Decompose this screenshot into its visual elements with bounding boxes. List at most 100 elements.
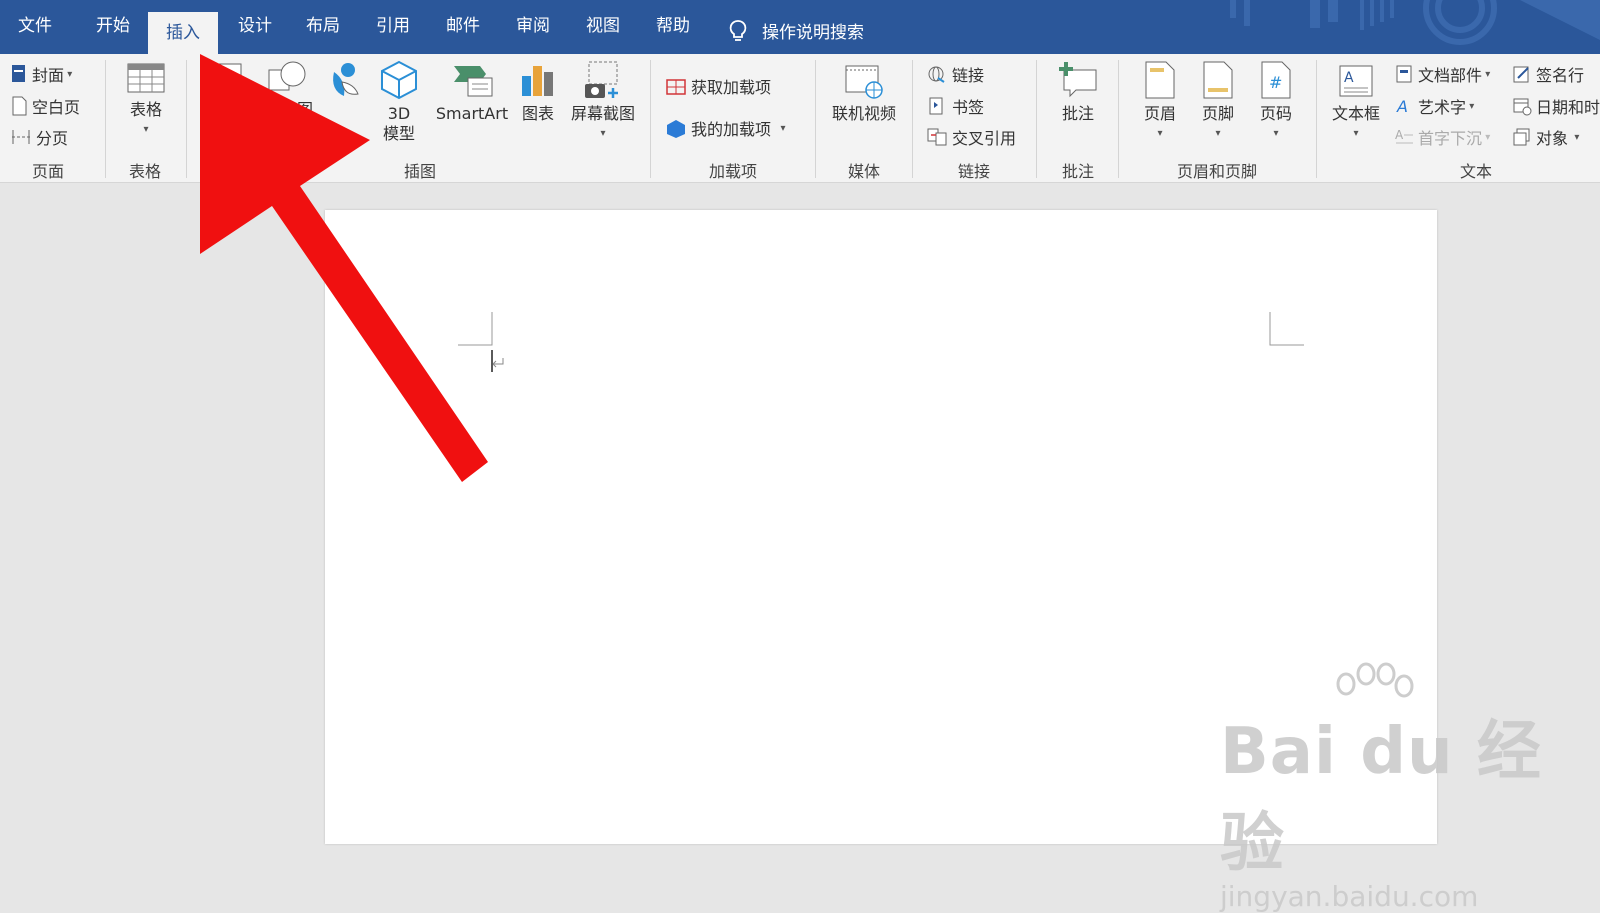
signature-line-button[interactable]: 签名行 — [1512, 62, 1584, 86]
group-label-tables: 表格 — [128, 162, 161, 181]
baidu-jingyan-watermark: Bai du 经验 jingyan.baidu.com — [1220, 662, 1600, 913]
group-separator — [1316, 60, 1317, 178]
header-icon — [1145, 61, 1175, 99]
tab-layout[interactable]: 布局 — [306, 14, 340, 38]
quick-parts-button[interactable]: 文档部件 ▾ — [1394, 62, 1490, 86]
signature-line-label: 签名行 — [1536, 66, 1585, 85]
link-globe-icon — [928, 66, 945, 83]
cross-reference-label: 交叉引用 — [952, 129, 1017, 148]
tab-view[interactable]: 视图 — [586, 14, 620, 38]
drop-cap-label: 首字下沉 — [1418, 129, 1483, 148]
3d-models-button[interactable]: 3D 模型 — [370, 60, 428, 144]
tab-mailings[interactable]: 邮件 — [446, 14, 480, 38]
tab-help[interactable]: 帮助 — [656, 14, 690, 38]
get-addins-button[interactable]: 获取加载项 — [665, 74, 771, 98]
group-separator — [650, 60, 651, 178]
comment-button[interactable]: 批注 — [1052, 60, 1104, 124]
quick-parts-label: 文档部件 — [1418, 66, 1483, 85]
shapes-icons-button[interactable]: 图 — [258, 60, 316, 120]
icons-button[interactable] — [318, 60, 370, 104]
wordart-button[interactable]: A 艺术字 ▾ — [1394, 94, 1474, 118]
table-icon — [127, 63, 165, 93]
date-time-label: 日期和时 — [1536, 98, 1600, 117]
tab-insert[interactable]: 插入 — [148, 12, 218, 54]
tab-file[interactable]: 文件 — [18, 14, 52, 38]
table-button[interactable]: 表格 ▾ — [120, 60, 172, 140]
get-addins-label: 获取加载项 — [691, 78, 772, 97]
svg-text:A: A — [1344, 70, 1354, 86]
wordart-icon: A — [1396, 97, 1408, 116]
chart-label: 图表 — [521, 104, 554, 123]
ribbon-tab-bar: 文件 开始 插入 设计 布局 引用 邮件 审阅 视图 帮助 操作说明搜索 — [0, 0, 1600, 54]
date-time-button[interactable]: 日期和时 — [1512, 94, 1600, 118]
online-video-icon — [845, 65, 883, 99]
group-label-links: 链接 — [957, 162, 990, 181]
tell-me-label: 操作说明搜索 — [762, 23, 864, 43]
pictures-icon — [214, 63, 242, 93]
screenshot-button[interactable]: 屏幕截图 ▾ — [566, 60, 640, 144]
text-box-label: 文本框 — [1331, 104, 1380, 123]
new-comment-icon — [1059, 62, 1097, 98]
lightbulb-icon — [729, 19, 747, 41]
object-icon — [1513, 128, 1530, 146]
pictures-button[interactable] — [202, 60, 252, 100]
smartart-label: SmartArt — [435, 104, 509, 123]
cross-reference-icon — [927, 128, 947, 146]
page-break-icon — [12, 130, 30, 144]
3d-cube-icon — [381, 60, 417, 100]
bookmark-icon — [929, 97, 943, 115]
calendar-icon — [1513, 98, 1532, 116]
svg-text:A: A — [1396, 97, 1408, 116]
chart-button[interactable]: 图表 — [514, 60, 562, 124]
text-box-icon: A — [1339, 65, 1373, 97]
drop-cap-icon: A — [1395, 128, 1413, 144]
titlebar-decoration — [1230, 0, 1600, 45]
blank-page-label: 空白页 — [32, 98, 81, 117]
object-label: 对象 — [1536, 129, 1569, 148]
group-separator — [186, 60, 187, 178]
page-number-icon: # — [1261, 61, 1291, 99]
tell-me-search[interactable]: 操作说明搜索 — [728, 18, 864, 43]
tab-references[interactable]: 引用 — [376, 14, 410, 38]
screenshot-label: 屏幕截图 — [570, 104, 635, 123]
store-icon — [666, 79, 686, 95]
my-addins-label: 我的加载项 — [691, 120, 772, 139]
footer-button[interactable]: 页脚 ▾ — [1194, 60, 1242, 144]
header-label: 页眉 — [1143, 104, 1176, 123]
cover-page-button[interactable]: 封面 ▾ — [10, 62, 72, 86]
tab-review[interactable]: 审阅 — [516, 14, 550, 38]
page-break-label: 分页 — [36, 129, 69, 148]
bar-chart-icon — [522, 66, 553, 96]
bookmark-button[interactable]: 书签 — [926, 94, 984, 118]
ribbon-insert: 封面 ▾ 空白页 分页 页面 表格 ▾ 表格 图 3D 模型 SmartArt … — [0, 54, 1600, 183]
group-label-text: 文本 — [1459, 162, 1492, 181]
paw-logo-icon — [1336, 662, 1414, 698]
blank-page-button[interactable]: 空白页 — [10, 94, 80, 118]
shapes-icon — [268, 61, 306, 91]
group-label-comments: 批注 — [1061, 162, 1094, 181]
online-video-label: 联机视频 — [831, 104, 896, 123]
signature-line-icon — [1513, 66, 1529, 83]
watermark-url: jingyan.baidu.com — [1220, 880, 1479, 913]
page-break-button[interactable]: 分页 — [10, 125, 68, 149]
cross-reference-button[interactable]: 交叉引用 — [926, 125, 1016, 149]
screenshot-icon — [585, 61, 618, 98]
drop-cap-button[interactable]: A 首字下沉 ▾ — [1394, 125, 1490, 149]
group-label-header-footer: 页眉和页脚 — [1176, 162, 1257, 181]
page-number-button[interactable]: # 页码 ▾ — [1252, 60, 1300, 144]
blank-page-icon — [12, 96, 27, 116]
quick-parts-icon — [1396, 65, 1412, 83]
link-button[interactable]: 链接 — [926, 62, 984, 86]
3d-models-label-line1: 3D — [387, 104, 411, 123]
smartart-button[interactable]: SmartArt — [430, 60, 514, 124]
header-button[interactable]: 页眉 ▾ — [1136, 60, 1184, 144]
tab-home[interactable]: 开始 — [96, 14, 130, 38]
footer-label: 页脚 — [1201, 104, 1234, 123]
text-box-button[interactable]: A 文本框 ▾ — [1326, 60, 1386, 144]
tab-design[interactable]: 设计 — [238, 14, 272, 38]
link-label: 链接 — [952, 66, 985, 85]
my-addins-button[interactable]: 我的加载项 ▾ — [665, 116, 786, 140]
object-button[interactable]: 对象 ▾ — [1512, 125, 1579, 149]
online-video-button[interactable]: 联机视频 — [826, 60, 902, 124]
group-label-illustrations: 插图 — [403, 162, 436, 181]
